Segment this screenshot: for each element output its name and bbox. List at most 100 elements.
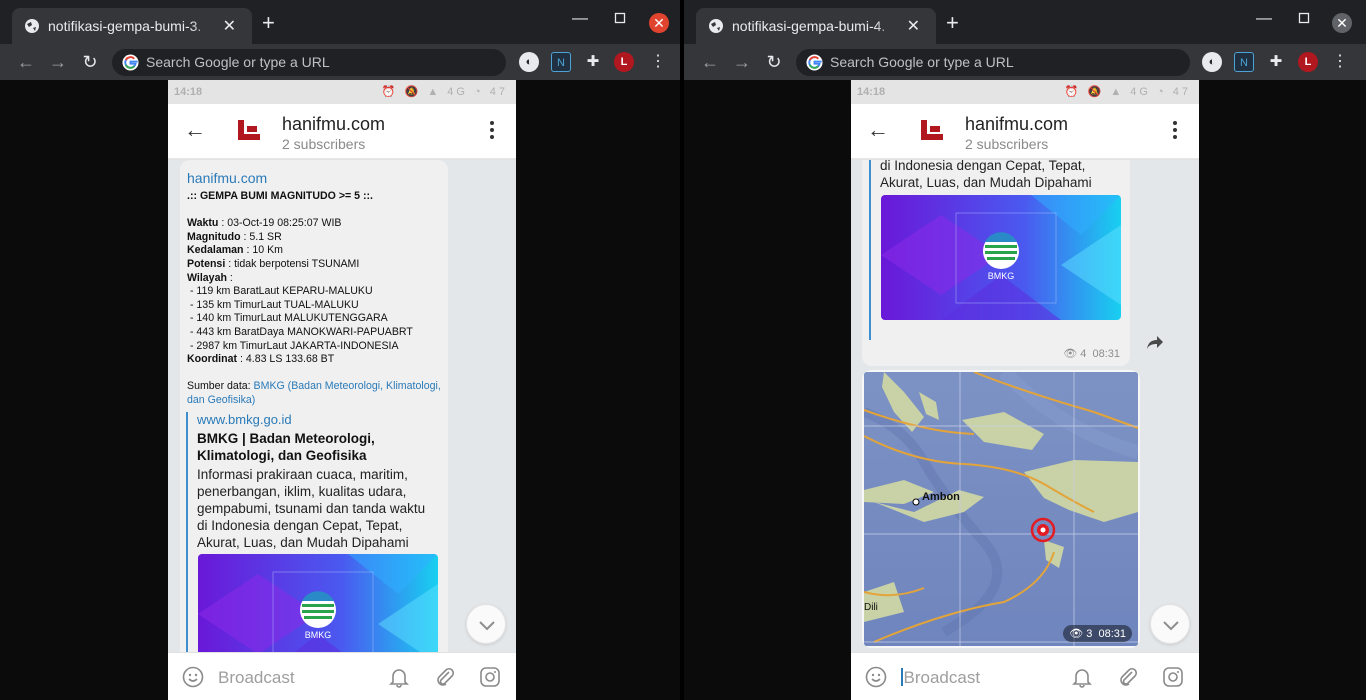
attach-icon[interactable] [434,666,456,688]
reload-button[interactable]: ↻ [78,50,102,74]
forward-share-icon[interactable] [1143,330,1167,354]
broadcast-input[interactable]: Broadcast [218,668,295,688]
back-arrow-icon[interactable]: ← [184,117,206,143]
channel-name: hanifmu.com [282,114,386,134]
channel-header: ← hanifmu.com 2 subscribers [851,104,1199,159]
back-arrow-icon[interactable]: ← [867,117,889,143]
browser-menu-icon[interactable]: ⋮ [1330,52,1350,72]
battery-level: 47 [1172,86,1191,98]
browser-toolbar: ← → ↻ Search Google or type a URL ◐ N ✚ … [684,44,1366,80]
camera-icon[interactable] [479,666,501,688]
forward-button[interactable]: → [730,50,754,74]
new-tab-button[interactable]: + [262,12,275,34]
more-options-icon[interactable] [1165,118,1185,142]
extensions-puzzle-icon[interactable]: ✚ [1266,52,1286,72]
message-time: 08:31 [1092,348,1120,360]
status-icons: ⏰ 🔕 ▲ 4G ◔ 47 [1064,86,1191,98]
globe-icon [709,19,723,33]
preview-image[interactable]: BMKG [198,554,438,652]
channel-logo[interactable] [919,118,945,144]
globe-icon [25,19,39,33]
message-bubble[interactable]: hanifmu.com .:: GEMPA BUMI MAGNITUDO >= … [180,160,448,652]
reload-button[interactable]: ↻ [762,50,786,74]
profile-avatar-icon[interactable]: L [1298,52,1318,72]
minimize-button[interactable]: — [570,10,590,30]
bmkg-banner: BMKG [881,195,1121,320]
emoji-icon[interactable] [182,666,204,688]
map-message-meta: 👁 3 08:31 [1063,625,1132,642]
magnitudo-line: Magnitudo : 5.1 SR [187,230,282,243]
close-window-button[interactable]: ✕ [1332,13,1352,33]
emoji-icon[interactable] [865,666,887,688]
map-label-dili: Dili [864,602,878,613]
channel-header: ← hanifmu.com 2 subscribers [168,104,516,159]
earthquake-map[interactable]: Ambon Dili [864,372,1138,646]
maximize-button[interactable] [1294,11,1314,31]
koordinat-line: Koordinat : 4.83 LS 133.68 BT [187,353,335,366]
preview-url[interactable]: www.bmkg.go.id [197,412,436,427]
message-meta: 👁 4 08:31 [1063,347,1120,360]
back-button[interactable]: ← [14,50,38,74]
profile-avatar-icon[interactable]: L [614,52,634,72]
wilayah-line: Wilayah : [187,271,233,284]
wilayah-item: - 443 km BaratDaya MANOKWARI-PAPUABRT [187,325,413,338]
message-list[interactable]: gempabumi, tsunami dan tanda waktu di In… [851,160,1199,652]
browser-tab[interactable]: notifikasi-gempa-bumi-3. ✕ [12,8,252,44]
extension-dark-reader-icon[interactable]: ◐ [1202,52,1222,72]
close-window-button[interactable]: ✕ [649,13,669,33]
back-button[interactable]: ← [698,50,722,74]
omnibox-placeholder: Search Google or type a URL [146,54,330,70]
wilayah-item: - 140 km TimurLaut MALUKUTENGGARA [187,312,388,325]
close-tab-icon[interactable]: ✕ [223,16,236,36]
extensions-puzzle-icon[interactable]: ✚ [583,52,603,72]
tab-title: notifikasi-gempa-bumi-4. [732,18,886,34]
status-time: 14:18 [857,86,886,98]
message-bubble[interactable]: gempabumi, tsunami dan tanda waktu di In… [862,160,1130,366]
title-bar: notifikasi-gempa-bumi-4. ✕ + — ✕ [684,0,1366,44]
status-icons: ⏰ 🔕 ▲ 4G ◔ 47 [381,86,508,98]
message-sender[interactable]: hanifmu.com [187,170,267,186]
views-icon: 👁 [1069,628,1084,640]
scroll-down-button[interactable] [466,604,506,644]
view-count: 3 [1086,628,1093,640]
maximize-button[interactable] [610,11,630,31]
message-list[interactable]: hanifmu.com .:: GEMPA BUMI MAGNITUDO >= … [168,160,516,652]
bell-icon[interactable] [1071,666,1093,688]
extension-n-icon[interactable]: N [1234,52,1254,72]
bell-icon[interactable] [388,666,410,688]
browser-toolbar: ← → ↻ Search Google or type a URL ◐ N ✚ … [0,44,680,80]
channel-logo[interactable] [236,118,262,144]
network-type: 4G [1130,86,1151,98]
more-options-icon[interactable] [482,118,502,142]
status-time: 14:18 [174,86,203,98]
attach-icon[interactable] [1117,666,1139,688]
browser-window-right: notifikasi-gempa-bumi-4. ✕ + — ✕ ← → ↻ S… [684,0,1366,700]
minimize-button[interactable]: — [1254,10,1274,30]
extension-dark-reader-icon[interactable]: ◐ [519,52,539,72]
view-count: 4 [1080,348,1087,360]
extension-n-icon[interactable]: N [551,52,571,72]
message-bubble-map[interactable]: Ambon Dili 👁 3 08:31 [862,370,1140,648]
title-bar: notifikasi-gempa-bumi-3. ✕ + — ✕ [0,0,680,44]
browser-tab[interactable]: notifikasi-gempa-bumi-4. ✕ [696,8,936,44]
close-tab-icon[interactable]: ✕ [907,16,920,36]
omnibox[interactable]: Search Google or type a URL [796,49,1190,76]
new-tab-button[interactable]: + [946,12,959,34]
views-icon: 👁 [1063,348,1078,360]
browser-menu-icon[interactable]: ⋮ [648,52,668,72]
omnibox[interactable]: Search Google or type a URL [112,49,506,76]
preview-image[interactable]: BMKG [881,195,1121,320]
camera-icon[interactable] [1162,666,1184,688]
sumber-line: Sumber data: BMKG (Badan Meteorologi, Kl… [187,380,441,406]
battery-level: 47 [489,86,508,98]
preview-description: Informasi prakiraan cuaca, maritim, pene… [197,467,426,550]
status-bar: 14:18 ⏰ 🔕 ▲ 4G ◔ 47 [168,80,516,104]
scroll-down-button[interactable] [1150,604,1190,644]
forward-button[interactable]: → [46,50,70,74]
preview-title: BMKG | Badan Meteorologi, Klimatologi, d… [197,431,375,463]
message-time: 08:31 [1098,628,1126,640]
chevron-down-icon [479,621,495,631]
subscriber-count: 2 subscribers [965,136,1049,152]
waktu-line: Waktu : 03-Oct-19 08:25:07 WIB [187,217,342,230]
broadcast-input[interactable]: Broadcast [901,668,980,688]
